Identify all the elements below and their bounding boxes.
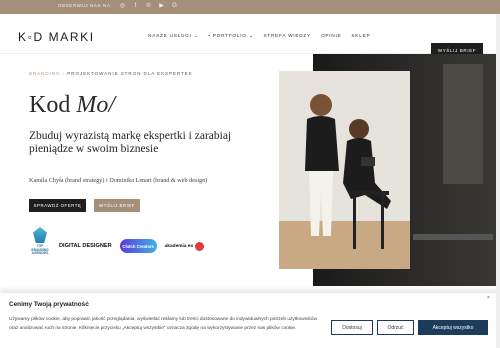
founders-illustration xyxy=(279,71,410,269)
akademia-label: akademia ex xyxy=(164,243,194,249)
customize-cookies-button[interactable]: Dostosuj xyxy=(331,320,373,335)
social-links: ◎ f ℗ ▶ G xyxy=(119,2,178,11)
title-italic: Mo/ xyxy=(76,92,116,118)
reject-cookies-button[interactable]: Odrzuć xyxy=(377,320,414,335)
follow-label: OBSERWUJ NAS NA: xyxy=(58,3,113,8)
main-nav: NASZE USŁUGI ⌄ • PORTFOLIO ⌄ STREFA WIED… xyxy=(148,34,370,39)
breadcrumb-current: PROJEKTOWANIE STRON DLA EKSPERTEK xyxy=(67,71,193,76)
accept-all-cookies-button[interactable]: Akceptuj wszystko xyxy=(418,320,488,335)
top-social-bar: OBSERWUJ NAS NA: ◎ f ℗ ▶ G xyxy=(0,0,500,14)
check-offer-button[interactable]: SPRAWDŹ OFERTĘ xyxy=(29,199,86,212)
window-shape xyxy=(443,64,483,184)
pinterest-icon[interactable]: ℗ xyxy=(145,2,152,11)
page-title: Kod Mo/ xyxy=(29,92,115,119)
breadcrumb-root[interactable]: BRANDING xyxy=(29,71,60,76)
akademia-logo-icon xyxy=(195,241,205,251)
nav-item-shop[interactable]: SKLEP xyxy=(351,34,370,39)
site-header: K◦D MARKI NASZE USŁUGI ⌄ • PORTFOLIO ⌄ S… xyxy=(0,14,500,57)
page-scrollbar[interactable] xyxy=(496,14,500,348)
nav-item-portfolio[interactable]: • PORTFOLIO ⌄ xyxy=(208,34,253,39)
award-label: TOP BRANDING AGENCIES xyxy=(31,244,49,256)
akademia-badge[interactable]: akademia ex xyxy=(164,241,205,251)
youtube-icon[interactable]: ▶ xyxy=(158,2,165,11)
nav-item-services[interactable]: NASZE USŁUGI ⌄ xyxy=(148,34,198,39)
cookie-text: Używamy plików cookie, aby poprawić jako… xyxy=(9,317,317,331)
nav-item-knowledge[interactable]: STREFA WIEDZY xyxy=(263,34,310,39)
hero-subtitle: Zbuduj wyrazistą markę ekspertki i zarab… xyxy=(29,130,232,155)
founders-photo xyxy=(279,71,410,269)
award-star-icon xyxy=(33,227,47,243)
site-logo[interactable]: K◦D MARKI xyxy=(18,30,95,44)
nav-item-reviews[interactable]: OPINIE xyxy=(321,34,341,39)
hero-authors: Kamila Chyła (brand strategy) i Dominika… xyxy=(29,177,208,184)
hero-send-brief-button[interactable]: WYŚLIJ BRIEF xyxy=(94,199,140,212)
close-icon[interactable]: × xyxy=(487,295,490,301)
digital-designer-badge[interactable]: DIGITAL DESIGNER xyxy=(59,243,112,249)
award-badges: TOP BRANDING AGENCIES DIGITAL DESIGNER C… xyxy=(29,226,205,266)
breadcrumb-separator: › xyxy=(62,71,66,76)
clutch-creators-badge[interactable]: Clutch Creators xyxy=(119,239,157,253)
cookie-consent-banner: Cenimy Twoją prywatność × Używamy plików… xyxy=(0,293,500,348)
instagram-icon[interactable]: ◎ xyxy=(119,2,126,11)
facebook-icon[interactable]: f xyxy=(132,2,139,11)
google-icon[interactable]: G xyxy=(171,2,178,11)
breadcrumb: BRANDING › PROJEKTOWANIE STRON DLA EKSPE… xyxy=(29,71,193,76)
cookie-title: Cenimy Twoją prywatność xyxy=(9,301,89,308)
title-plain: Kod xyxy=(29,92,77,118)
desk-shape xyxy=(413,234,493,240)
award-badge[interactable]: TOP BRANDING AGENCIES xyxy=(29,227,51,265)
